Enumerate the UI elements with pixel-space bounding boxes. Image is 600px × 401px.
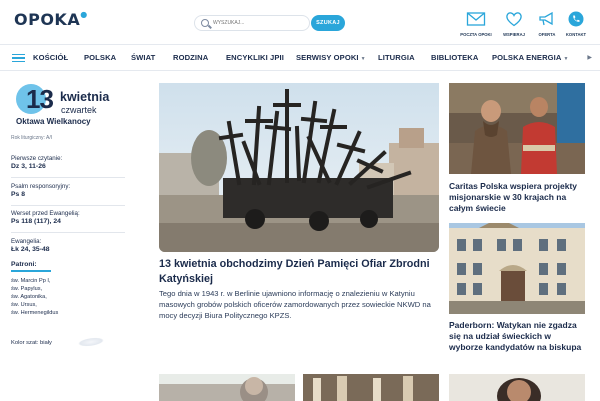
hamburger-menu-icon[interactable] (12, 54, 25, 62)
vestment-color: Kolor szat: biały (11, 340, 52, 346)
patron-item[interactable]: św. Papylus, (11, 286, 125, 292)
site-header: OPOKA● SZUKAJ POCZTA OPOKI WSPIERAJ OFER… (0, 0, 600, 44)
mail-icon (466, 12, 486, 26)
chevron-down-icon: ▼ (563, 56, 569, 62)
offer-link[interactable]: OFERTA (531, 11, 563, 37)
reading-first[interactable]: Pierwsze czytanie: Dz 3, 11-26 (11, 155, 123, 170)
phone-icon (568, 11, 584, 27)
patron-item[interactable]: św. Marcin Pp I, (11, 278, 125, 284)
patrons-box: Patroni: św. Marcin Pp I, św. Papylus, ś… (11, 261, 125, 316)
support-link[interactable]: WSPIERAJ (498, 11, 530, 37)
mail-label: POCZTA OPOKI (460, 32, 492, 37)
katyn-monument-photo (159, 83, 439, 252)
nav-item-swiat[interactable]: ŚWIAT (131, 53, 155, 62)
contact-link[interactable]: KONTAKT (560, 11, 592, 37)
feature-image[interactable] (159, 83, 439, 252)
search-button[interactable]: SZUKAJ (311, 15, 345, 31)
teaser-image[interactable] (159, 374, 295, 401)
reading-label: Psalm responsoryjny: (11, 183, 71, 190)
divider (11, 177, 125, 178)
teaser-photo (449, 374, 585, 401)
offer-label: OFERTA (538, 32, 556, 37)
teaser-photo (159, 374, 295, 401)
logo-text: OPOKA (14, 10, 81, 29)
heart-icon (506, 12, 522, 27)
paderborn-building-photo (449, 223, 585, 314)
side-article-title[interactable]: Paderborn: Watykan nie zgadza się na udz… (449, 320, 587, 353)
megaphone-icon (539, 11, 553, 26)
teaser-image[interactable] (449, 374, 585, 401)
mail-link[interactable]: POCZTA OPOKI (460, 11, 492, 37)
nav-item-liturgia[interactable]: LITURGIA (378, 53, 415, 62)
search-box (194, 15, 310, 31)
side-article-title[interactable]: Caritas Polska wspiera projekty misjonar… (449, 181, 587, 214)
reading-value: Ps 118 (117), 24 (11, 218, 61, 225)
feature-lead: Tego dnia w 1943 r. w Berlinie ujawniono… (159, 289, 431, 320)
nav-item-kosciol[interactable]: KOŚCIÓŁ (33, 53, 68, 62)
nav-item-biblioteka[interactable]: BIBLIOTEKA (431, 53, 478, 62)
vestment-color-swatch (77, 336, 105, 348)
reading-value: Dz 3, 11-26 (11, 163, 46, 170)
patron-item[interactable]: św. Hermenegildus (11, 310, 125, 316)
divider (11, 232, 125, 233)
caritas-missionaries-photo (449, 83, 585, 174)
reading-label: Pierwsze czytanie: (11, 155, 63, 162)
date-weekday: czwartek (61, 105, 97, 115)
reading-value: Ps 8 (11, 191, 25, 198)
nav-item-serwisy-opoki[interactable]: SERWISY OPOKI ▼ (296, 53, 366, 62)
nav-scroll-right-icon[interactable]: ▶ (587, 54, 592, 61)
patrons-title: Patroni: (11, 261, 37, 268)
patrons-underline (11, 270, 51, 272)
feature-title[interactable]: 13 kwietnia obchodzimy Dzień Pamięci Ofi… (159, 257, 439, 287)
nav-item-rodzina[interactable]: RODZINA (173, 53, 208, 62)
contact-label: KONTAKT (565, 32, 587, 37)
patron-item[interactable]: św. Ursus, (11, 302, 125, 308)
nav-item-encykliki[interactable]: ENCYKLIKI JPII (226, 53, 284, 62)
search-input[interactable] (213, 18, 305, 28)
nav-item-energia-label: POLSKA ENERGIA (492, 53, 562, 62)
nav-item-polska[interactable]: POLSKA (84, 53, 116, 62)
logo-dot-icon: ● (80, 10, 88, 19)
side-article-image[interactable] (449, 83, 585, 174)
reading-gospel[interactable]: Ewangelia: Łk 24, 35-48 (11, 238, 123, 253)
reading-verse[interactable]: Werset przed Ewangelią: Ps 118 (117), 24 (11, 210, 123, 225)
patron-item[interactable]: św. Agatonika, (11, 294, 125, 300)
date-day: 13 (26, 84, 54, 114)
main-nav: KOŚCIÓŁ POLSKA ŚWIAT RODZINA ENCYKLIKI J… (0, 44, 600, 71)
teaser-image[interactable] (303, 374, 439, 401)
reading-label: Ewangelia: (11, 238, 42, 245)
chevron-down-icon: ▼ (360, 56, 366, 62)
octave-title: Oktawa Wielkanocy (16, 117, 91, 126)
teaser-photo (303, 374, 439, 401)
site-logo[interactable]: OPOKA● (14, 10, 88, 29)
liturgical-year: Rok liturgiczny: A/I (11, 135, 53, 141)
reading-psalm[interactable]: Psalm responsoryjny: Ps 8 (11, 183, 123, 198)
nav-item-polska-energia[interactable]: POLSKA ENERGIA ▼ (492, 53, 569, 62)
date-month: kwietnia (60, 90, 110, 104)
search-icon (201, 19, 209, 27)
side-article-image[interactable] (449, 223, 585, 314)
divider (11, 205, 125, 206)
reading-label: Werset przed Ewangelią: (11, 210, 80, 217)
nav-item-serwisy-label: SERWISY OPOKI (296, 53, 359, 62)
reading-value: Łk 24, 35-48 (11, 246, 50, 253)
support-label: WSPIERAJ (503, 32, 525, 37)
header-icons: POCZTA OPOKI WSPIERAJ OFERTA KONTAKT (460, 11, 590, 41)
